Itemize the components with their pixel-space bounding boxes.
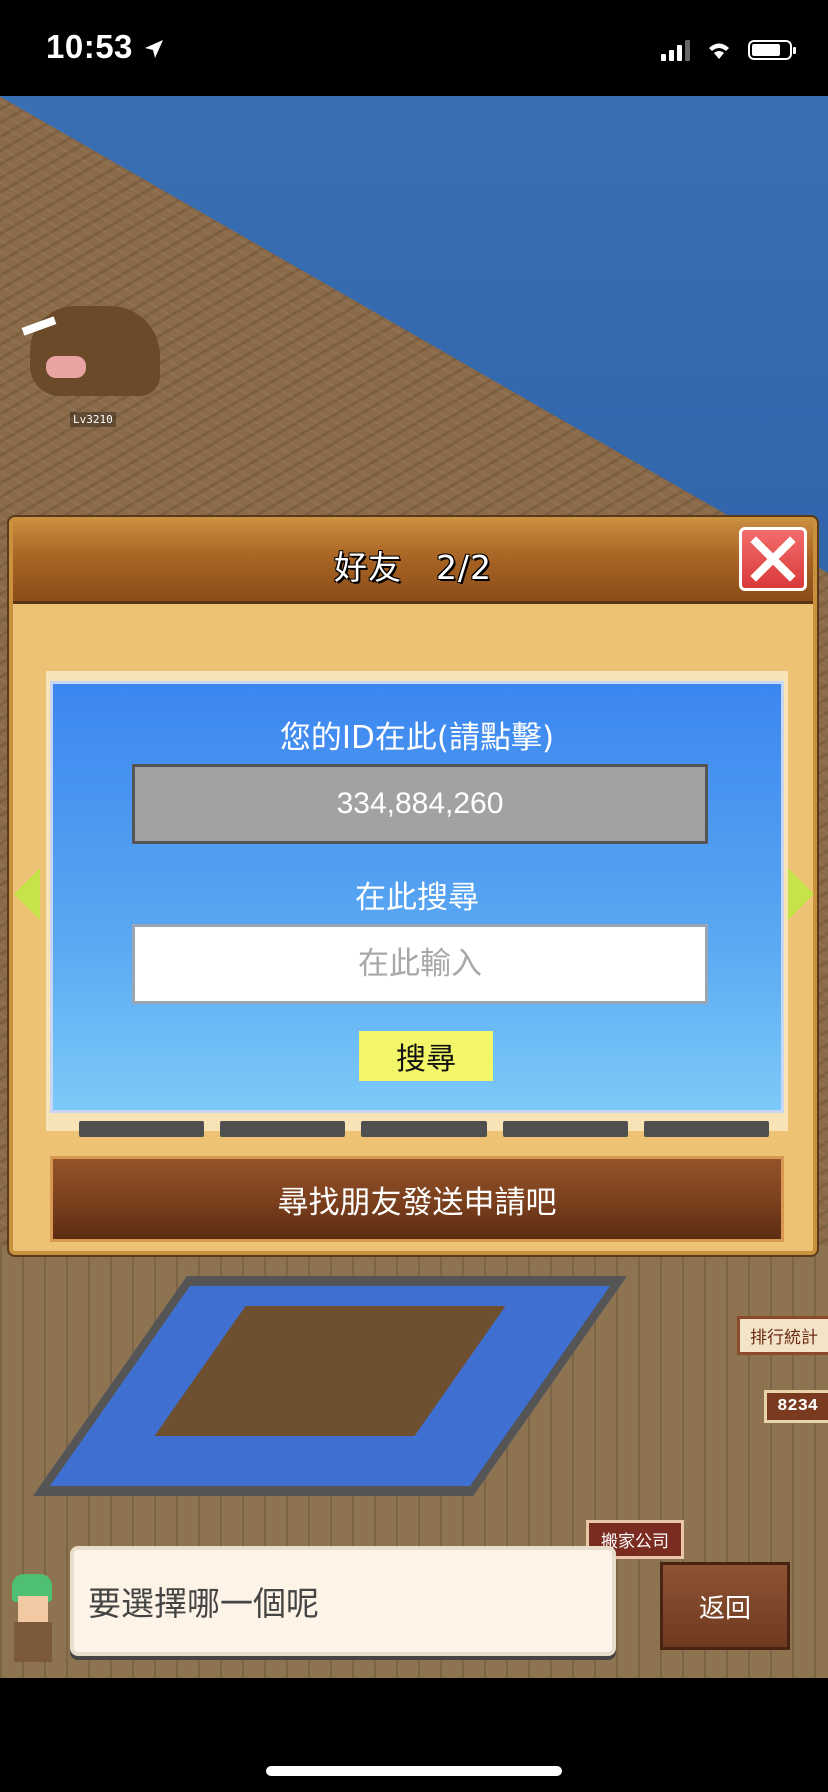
id-label: 您的ID在此(請點擊) bbox=[279, 720, 555, 756]
page-tabs bbox=[79, 1121, 770, 1137]
cellular-signal-icon bbox=[661, 39, 690, 61]
player-id-box[interactable]: 334,884,260 bbox=[132, 764, 708, 844]
search-input[interactable] bbox=[132, 924, 708, 1004]
search-button[interactable]: 搜尋 bbox=[359, 1031, 493, 1081]
friend-id-panel: 您的ID在此(請點擊) 334,884,260 在此搜尋 搜尋 bbox=[50, 681, 784, 1113]
wifi-icon bbox=[709, 43, 729, 59]
close-button[interactable] bbox=[739, 527, 807, 591]
score-tag: 8234 bbox=[764, 1390, 828, 1423]
search-label: 在此搜尋 bbox=[355, 880, 479, 916]
ranking-tag[interactable]: 排行統計 bbox=[737, 1316, 828, 1355]
next-page-arrow-icon[interactable] bbox=[788, 868, 814, 920]
page-tab[interactable] bbox=[220, 1121, 346, 1137]
battery-icon bbox=[748, 40, 796, 60]
previous-page-arrow-icon[interactable] bbox=[14, 868, 40, 920]
send-friend-request-button[interactable]: 尋找朋友發送申請吧 bbox=[50, 1156, 784, 1242]
monster-level-label: Lv3210 bbox=[70, 412, 116, 427]
page-tab[interactable] bbox=[643, 1121, 770, 1137]
status-bar: 10:53 bbox=[0, 0, 828, 96]
home-indicator[interactable] bbox=[266, 1766, 562, 1776]
status-time: 10:53 bbox=[46, 28, 165, 66]
page-tab[interactable] bbox=[361, 1121, 487, 1137]
page-tab[interactable] bbox=[502, 1121, 628, 1137]
bull-monster-sprite bbox=[30, 306, 160, 396]
friends-dialog: 好友 2/2 您的ID在此(請點擊) 334,884,260 在此搜尋 搜尋 尋… bbox=[9, 517, 817, 1255]
prompt-bubble: 要選擇哪一個呢 bbox=[70, 1546, 616, 1656]
back-button[interactable]: 返回 bbox=[660, 1562, 790, 1650]
status-icons bbox=[661, 36, 796, 64]
hero-avatar bbox=[4, 1574, 64, 1664]
page-tab[interactable] bbox=[79, 1121, 205, 1137]
dialog-header: 好友 2/2 bbox=[13, 521, 813, 604]
close-icon bbox=[750, 536, 796, 582]
dialog-title: 好友 2/2 bbox=[333, 548, 493, 587]
location-arrow-icon bbox=[144, 40, 163, 58]
